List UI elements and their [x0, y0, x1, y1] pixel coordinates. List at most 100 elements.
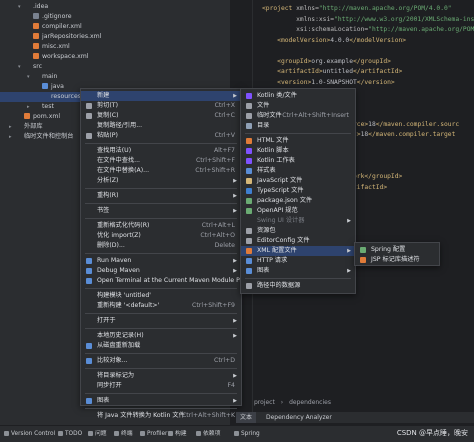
- menu-item-shortcut: Ctrl+D: [214, 357, 235, 364]
- code-token: <version>: [262, 78, 312, 86]
- menu-item[interactable]: 打开于 ▶: [81, 316, 241, 326]
- menu-item[interactable]: HTML 文件: [241, 136, 355, 146]
- menu-item-shortcut: Ctrl+Alt+Shift+Insert: [282, 112, 349, 119]
- tab-dependency-analyzer[interactable]: Dependency Analyzer: [262, 412, 336, 423]
- menu-item[interactable]: JSP 标记库描述符: [355, 255, 439, 265]
- menu-item-label: 文件: [257, 102, 270, 109]
- menu-item[interactable]: 将 Java 文件转换为 Kotlin 文件 Ctrl+Alt+Shift+K: [81, 411, 241, 421]
- tree-item[interactable]: .gitignore: [0, 12, 72, 22]
- status-item[interactable]: 问题: [88, 429, 107, 439]
- tree-item-label: resources: [51, 93, 81, 100]
- xml-file-icon: [33, 53, 39, 59]
- code-token: "http://maven.apache.org/POM/4.0.0": [318, 5, 452, 12]
- tree-item[interactable]: ▾ src: [0, 62, 42, 72]
- tree-item[interactable]: pom.xml: [0, 112, 60, 122]
- watermark: CSDN @早点睡，晚安: [396, 429, 468, 437]
- menu-item[interactable]: 剪切(T) Ctrl+X: [81, 101, 241, 111]
- menu-item[interactable]: TypeScript 文件: [241, 186, 355, 196]
- menu-item[interactable]: 重构(R) ▶: [81, 191, 241, 201]
- tree-item[interactable]: ▸ test: [0, 102, 54, 112]
- menu-item[interactable]: 优化 import(Z) Ctrl+Alt+O: [81, 231, 241, 241]
- menu-item[interactable]: OpenAPI 规范: [241, 206, 355, 216]
- breadcrumb-item-dependencies[interactable]: dependencies: [289, 399, 331, 406]
- status-item[interactable]: 构建: [168, 429, 187, 439]
- menu-item[interactable]: 查找用法(U) Alt+F7: [81, 146, 241, 156]
- tree-item-label: pom.xml: [33, 113, 61, 120]
- menu-item[interactable]: 同步打开 F4: [81, 381, 241, 391]
- menu-item[interactable]: 文件: [241, 101, 355, 111]
- menu-item[interactable]: 重新格式化代码(R) Ctrl+Alt+L: [81, 221, 241, 231]
- code-line: <modelVersion>4.0.0</modelVersion>: [262, 36, 406, 46]
- menu-item-label: 将目录标记为: [97, 372, 135, 379]
- menu-item-label: XML 配置文件: [257, 247, 297, 254]
- menu-item-label: package.json 文件: [257, 197, 313, 204]
- menu-item[interactable]: 书签 ▶: [81, 206, 241, 216]
- tree-item-label: .idea: [33, 3, 49, 10]
- menu-item-shortcut: Ctrl+Shift+F: [195, 157, 235, 164]
- menu-item[interactable]: package.json 文件: [241, 196, 355, 206]
- folder-icon: [15, 133, 21, 139]
- menu-item[interactable]: 复制(C) Ctrl+C: [81, 111, 241, 121]
- status-item[interactable]: Profiler: [140, 429, 167, 439]
- menu-item-icon: [246, 123, 252, 129]
- tree-item[interactable]: misc.xml: [0, 42, 70, 52]
- status-item[interactable]: Spring: [234, 429, 260, 439]
- menu-item[interactable]: JavaScript 文件: [241, 176, 355, 186]
- menu-item[interactable]: Kotlin 类/文件: [241, 91, 355, 101]
- menu-item-label: 查找用法(U): [97, 147, 132, 154]
- tree-item[interactable]: ▸ 外部库: [0, 122, 43, 132]
- tree-item[interactable]: ▾ main: [0, 72, 57, 82]
- menu-item[interactable]: 重新构建 '<default>' Ctrl+Shift+F9: [81, 301, 241, 311]
- menu-item-shortcut: Ctrl+C: [214, 112, 235, 119]
- tree-item[interactable]: jarRepositories.xml: [0, 32, 101, 42]
- code-token: xmlns:xsi=: [262, 15, 335, 23]
- code-token: </groupId>: [353, 57, 391, 65]
- menu-item[interactable]: Kotlin 工作表: [241, 156, 355, 166]
- menu-item[interactable]: 粘贴(P) Ctrl+V: [81, 131, 241, 141]
- tree-item[interactable]: java: [0, 82, 64, 92]
- menu-item[interactable]: 路径中的数据源: [241, 281, 355, 291]
- menu-item[interactable]: 本地历史记录(H) ▶: [81, 331, 241, 341]
- status-item[interactable]: TODO: [58, 429, 82, 439]
- menu-separator: [85, 143, 237, 144]
- tree-item[interactable]: ▾ .idea: [0, 2, 48, 12]
- menu-item[interactable]: Open Terminal at the Current Maven Modul…: [81, 276, 250, 286]
- menu-item[interactable]: 目录: [241, 121, 355, 131]
- menu-item[interactable]: 删除(D)... Delete: [81, 241, 241, 251]
- menu-item[interactable]: Debug Maven ▶: [81, 266, 241, 276]
- menu-item[interactable]: 资源包: [241, 226, 355, 236]
- menu-item-label: 书签: [97, 207, 110, 214]
- menu-separator: [85, 313, 237, 314]
- xml-file-icon: [33, 33, 39, 39]
- menu-item[interactable]: 临时文件 Ctrl+Alt+Shift+Insert: [241, 111, 355, 121]
- menu-item[interactable]: XML 配置文件 ▶: [241, 246, 355, 256]
- menu-item[interactable]: 将目录标记为 ▶: [81, 371, 241, 381]
- breadcrumb-item-project[interactable]: project: [254, 399, 275, 406]
- menu-item[interactable]: EditorConfig 文件: [241, 236, 355, 246]
- status-item[interactable]: Version Control: [4, 429, 55, 439]
- menu-item[interactable]: 分析(Z) ▶: [81, 176, 241, 186]
- tree-item[interactable]: compiler.xml: [0, 22, 82, 32]
- menu-item-icon: [86, 133, 92, 139]
- tree-item[interactable]: workspace.xml: [0, 52, 89, 62]
- code-token: org.example: [311, 57, 353, 65]
- menu-item[interactable]: 构建模块 'untitled': [81, 291, 241, 301]
- menu-item[interactable]: 复制路径/引用...: [81, 121, 241, 131]
- menu-item[interactable]: 新建 ▶: [81, 91, 241, 101]
- menu-item[interactable]: 样式表: [241, 166, 355, 176]
- status-item[interactable]: 终端: [114, 429, 133, 439]
- menu-item[interactable]: HTTP 请求: [241, 256, 355, 266]
- menu-item[interactable]: 比较对象... Ctrl+D: [81, 356, 241, 366]
- menu-item[interactable]: 在文件中查找... Ctrl+Shift+F: [81, 156, 241, 166]
- menu-item[interactable]: Run Maven ▶: [81, 256, 241, 266]
- menu-item[interactable]: 在文件中替换(A)... Ctrl+Shift+R: [81, 166, 241, 176]
- menu-item[interactable]: 从磁盘重新加载: [81, 341, 241, 351]
- menu-item[interactable]: 图表 ▶: [81, 396, 241, 406]
- menu-item[interactable]: Kotlin 脚本: [241, 146, 355, 156]
- status-item-label: 构建: [175, 431, 187, 437]
- status-item[interactable]: 依赖项: [196, 429, 220, 439]
- menu-item[interactable]: 图表 ▶: [241, 266, 355, 276]
- menu-item[interactable]: Spring 配置: [355, 245, 439, 255]
- code-token: 4.0.0: [330, 36, 350, 44]
- tree-item[interactable]: ▸ 临时文件和控制台: [0, 132, 74, 142]
